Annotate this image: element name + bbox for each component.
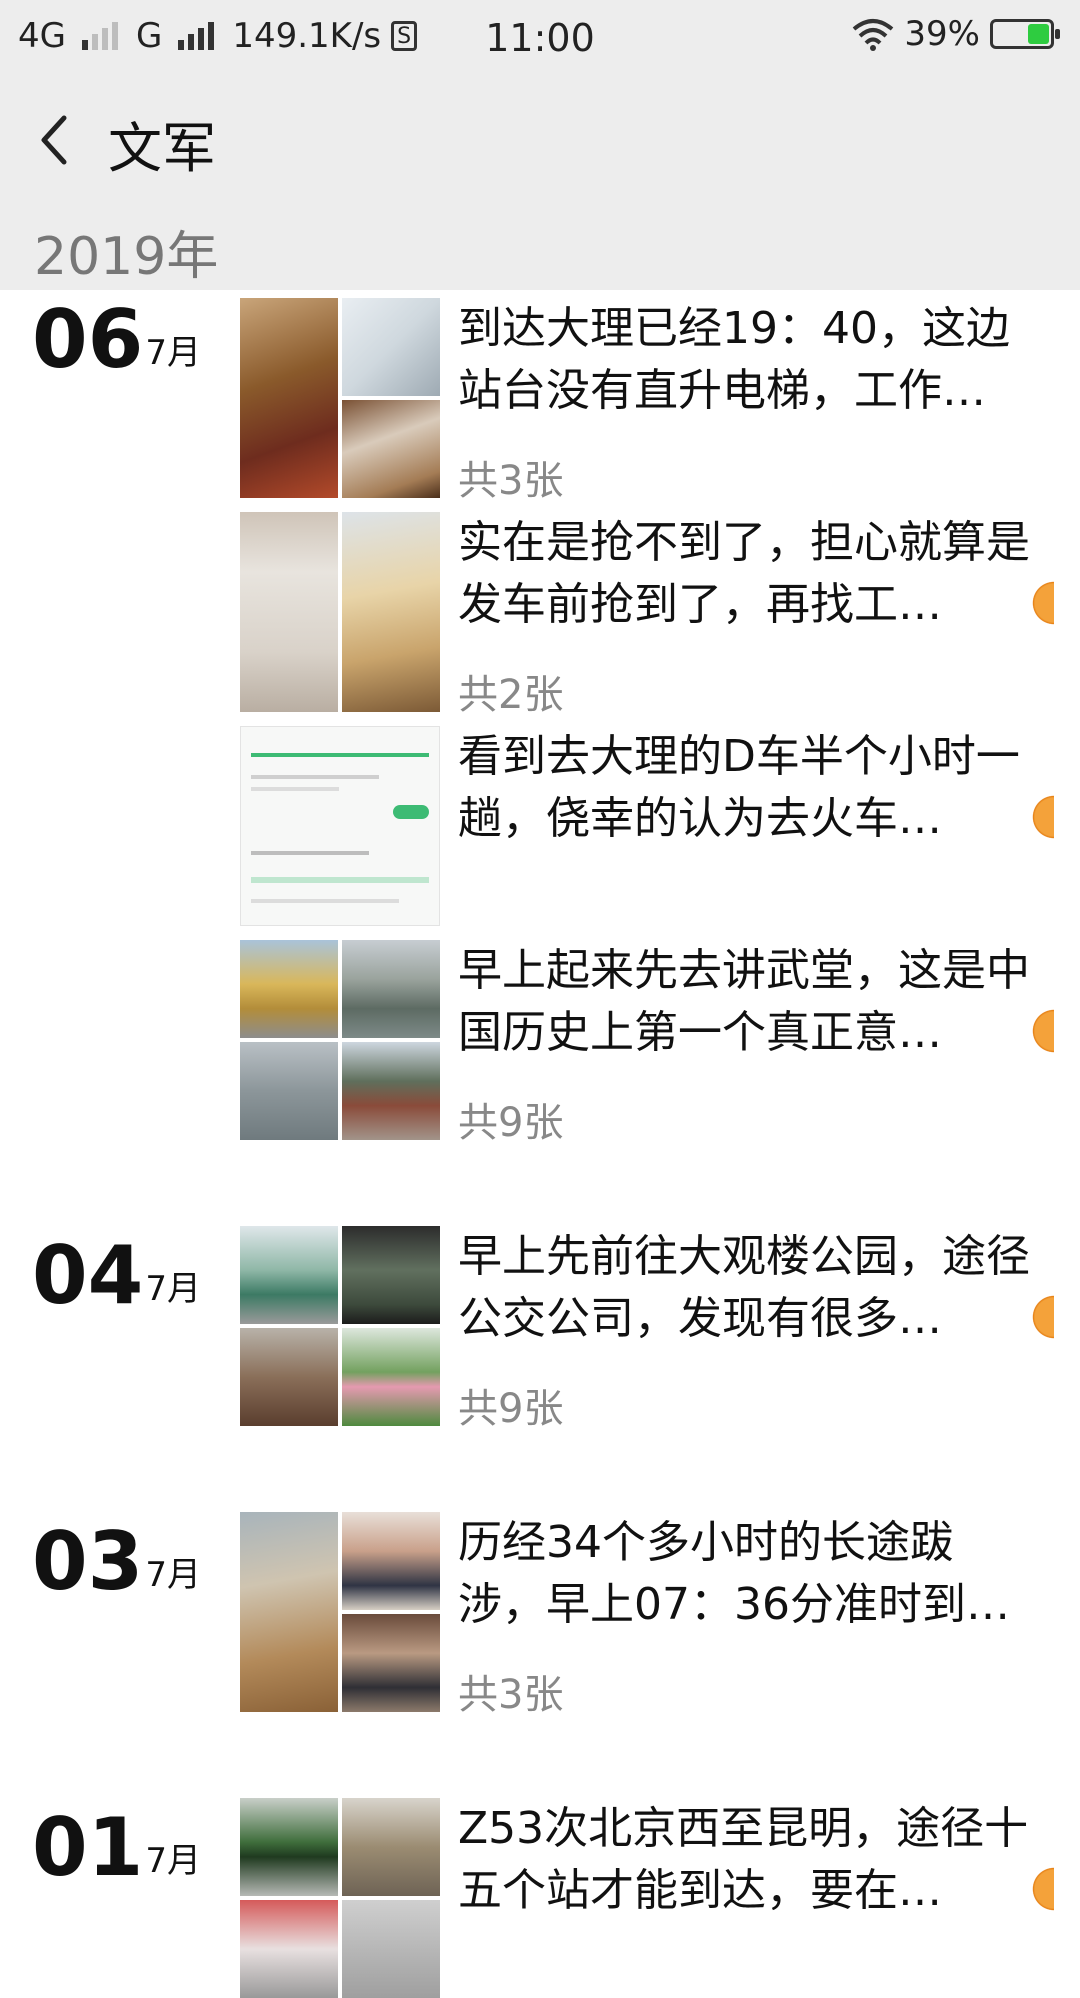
- photo-thumbnail[interactable]: [240, 512, 338, 712]
- photo-thumbnail[interactable]: [342, 1900, 440, 1998]
- post-text: 看到去大理的D车半个小时一趟，侥幸的认为去火车…: [458, 731, 1020, 844]
- photo-thumbnail[interactable]: [240, 1900, 338, 1998]
- post-text: 早上起来先去讲武堂，这是中国历史上第一个真正意…: [458, 945, 1030, 1058]
- photo-thumbnail[interactable]: [342, 1042, 440, 1140]
- photo-thumbnail[interactable]: [342, 1512, 440, 1610]
- post-date: 03 7月: [32, 1522, 201, 1602]
- photo-count: 共9张: [458, 1100, 564, 1146]
- date-day: 01: [32, 1801, 144, 1894]
- photo-thumbnail[interactable]: [240, 1798, 338, 1896]
- list-item[interactable]: Z53次北京西至昆明，途径十五个站才能到达，要在…: [240, 1798, 1060, 1998]
- photo-thumbnail[interactable]: [342, 400, 440, 498]
- post-date: 06 7月: [32, 300, 201, 380]
- date-month: 7月: [145, 333, 201, 373]
- date-month: 7月: [145, 1269, 201, 1309]
- date-day: 03: [32, 1515, 144, 1608]
- photo-grid[interactable]: [240, 512, 440, 712]
- moments-feed[interactable]: 06 7月 到达大理已经19：40，这边站台没有直升电梯，工作… 共3张 实在是…: [0, 290, 1080, 1998]
- photo-grid[interactable]: [240, 726, 440, 926]
- photo-thumbnail[interactable]: [342, 940, 440, 1038]
- photo-thumbnail[interactable]: [342, 1226, 440, 1324]
- back-arrow-icon[interactable]: [34, 112, 82, 168]
- photo-grid[interactable]: [240, 1798, 440, 1998]
- photo-count: 共3张: [458, 458, 564, 504]
- year-header: 2019年: [0, 202, 1080, 290]
- status-right: 39%: [852, 14, 1060, 54]
- emoji-icon: [1028, 1008, 1054, 1054]
- photo-thumbnail[interactable]: [342, 1614, 440, 1712]
- battery-percent: 39%: [904, 14, 980, 54]
- date-month: 7月: [145, 1841, 201, 1881]
- post-text: 到达大理已经19：40，这边站台没有直升电梯，工作…: [458, 303, 1010, 416]
- list-item[interactable]: 到达大理已经19：40，这边站台没有直升电梯，工作… 共3张: [240, 298, 1060, 504]
- photo-thumbnail[interactable]: [240, 1226, 338, 1324]
- list-item[interactable]: 实在是抢不到了，担心就算是发车前抢到了，再找工… 共2张: [240, 512, 1060, 718]
- battery-icon: [990, 19, 1060, 49]
- date-day: 04: [32, 1229, 144, 1322]
- post-text: Z53次北京西至昆明，途径十五个站才能到达，要在…: [458, 1803, 1029, 1916]
- screenshot-thumbnail[interactable]: [240, 726, 440, 926]
- emoji-icon: [1028, 1294, 1054, 1340]
- photo-thumbnail[interactable]: [240, 1042, 338, 1140]
- title-bar: 文军: [0, 74, 1080, 203]
- photo-grid[interactable]: [240, 298, 440, 498]
- photo-thumbnail[interactable]: [240, 298, 338, 498]
- emoji-icon: [1028, 1866, 1054, 1912]
- photo-thumbnail[interactable]: [342, 512, 440, 712]
- post-text: 历经34个多小时的长途跋涉，早上07：36分准时到…: [458, 1517, 1010, 1630]
- photo-grid[interactable]: [240, 1226, 440, 1426]
- status-bar: 4G G 149.1K/s S 11:00 39%: [0, 0, 1080, 74]
- post-date: 01 7月: [32, 1808, 201, 1888]
- photo-thumbnail[interactable]: [342, 1328, 440, 1426]
- photo-count: 共9张: [458, 1386, 564, 1432]
- emoji-icon: [1028, 580, 1054, 626]
- post-text: 实在是抢不到了，担心就算是发车前抢到了，再找工…: [458, 517, 1030, 630]
- photo-count: 共2张: [458, 672, 564, 718]
- photo-count: 共3张: [458, 1672, 564, 1718]
- emoji-icon: [1028, 794, 1054, 840]
- photo-grid[interactable]: [240, 1512, 440, 1712]
- photo-thumbnail[interactable]: [240, 1328, 338, 1426]
- photo-thumbnail[interactable]: [240, 1512, 338, 1712]
- date-month: 7月: [145, 1555, 201, 1595]
- list-item[interactable]: 历经34个多小时的长途跋涉，早上07：36分准时到… 共3张: [240, 1512, 1060, 1718]
- wifi-icon: [853, 19, 894, 51]
- photo-grid[interactable]: [240, 940, 440, 1140]
- date-day: 06: [32, 293, 144, 386]
- list-item[interactable]: 早上起来先去讲武堂，这是中国历史上第一个真正意… 共9张: [240, 940, 1060, 1146]
- list-item[interactable]: 看到去大理的D车半个小时一趟，侥幸的认为去火车…: [240, 726, 1060, 926]
- post-text: 早上先前往大观楼公园，途径公交公司，发现有很多…: [458, 1231, 1030, 1344]
- photo-thumbnail[interactable]: [342, 1798, 440, 1896]
- battery-fill: [1028, 24, 1049, 44]
- photo-thumbnail[interactable]: [240, 940, 338, 1038]
- list-item[interactable]: 早上先前往大观楼公园，途径公交公司，发现有很多… 共9张: [240, 1226, 1060, 1432]
- page-title: 文军: [108, 117, 216, 180]
- photo-thumbnail[interactable]: [342, 298, 440, 396]
- post-date: 04 7月: [32, 1236, 201, 1316]
- year-label: 2019年: [34, 227, 219, 287]
